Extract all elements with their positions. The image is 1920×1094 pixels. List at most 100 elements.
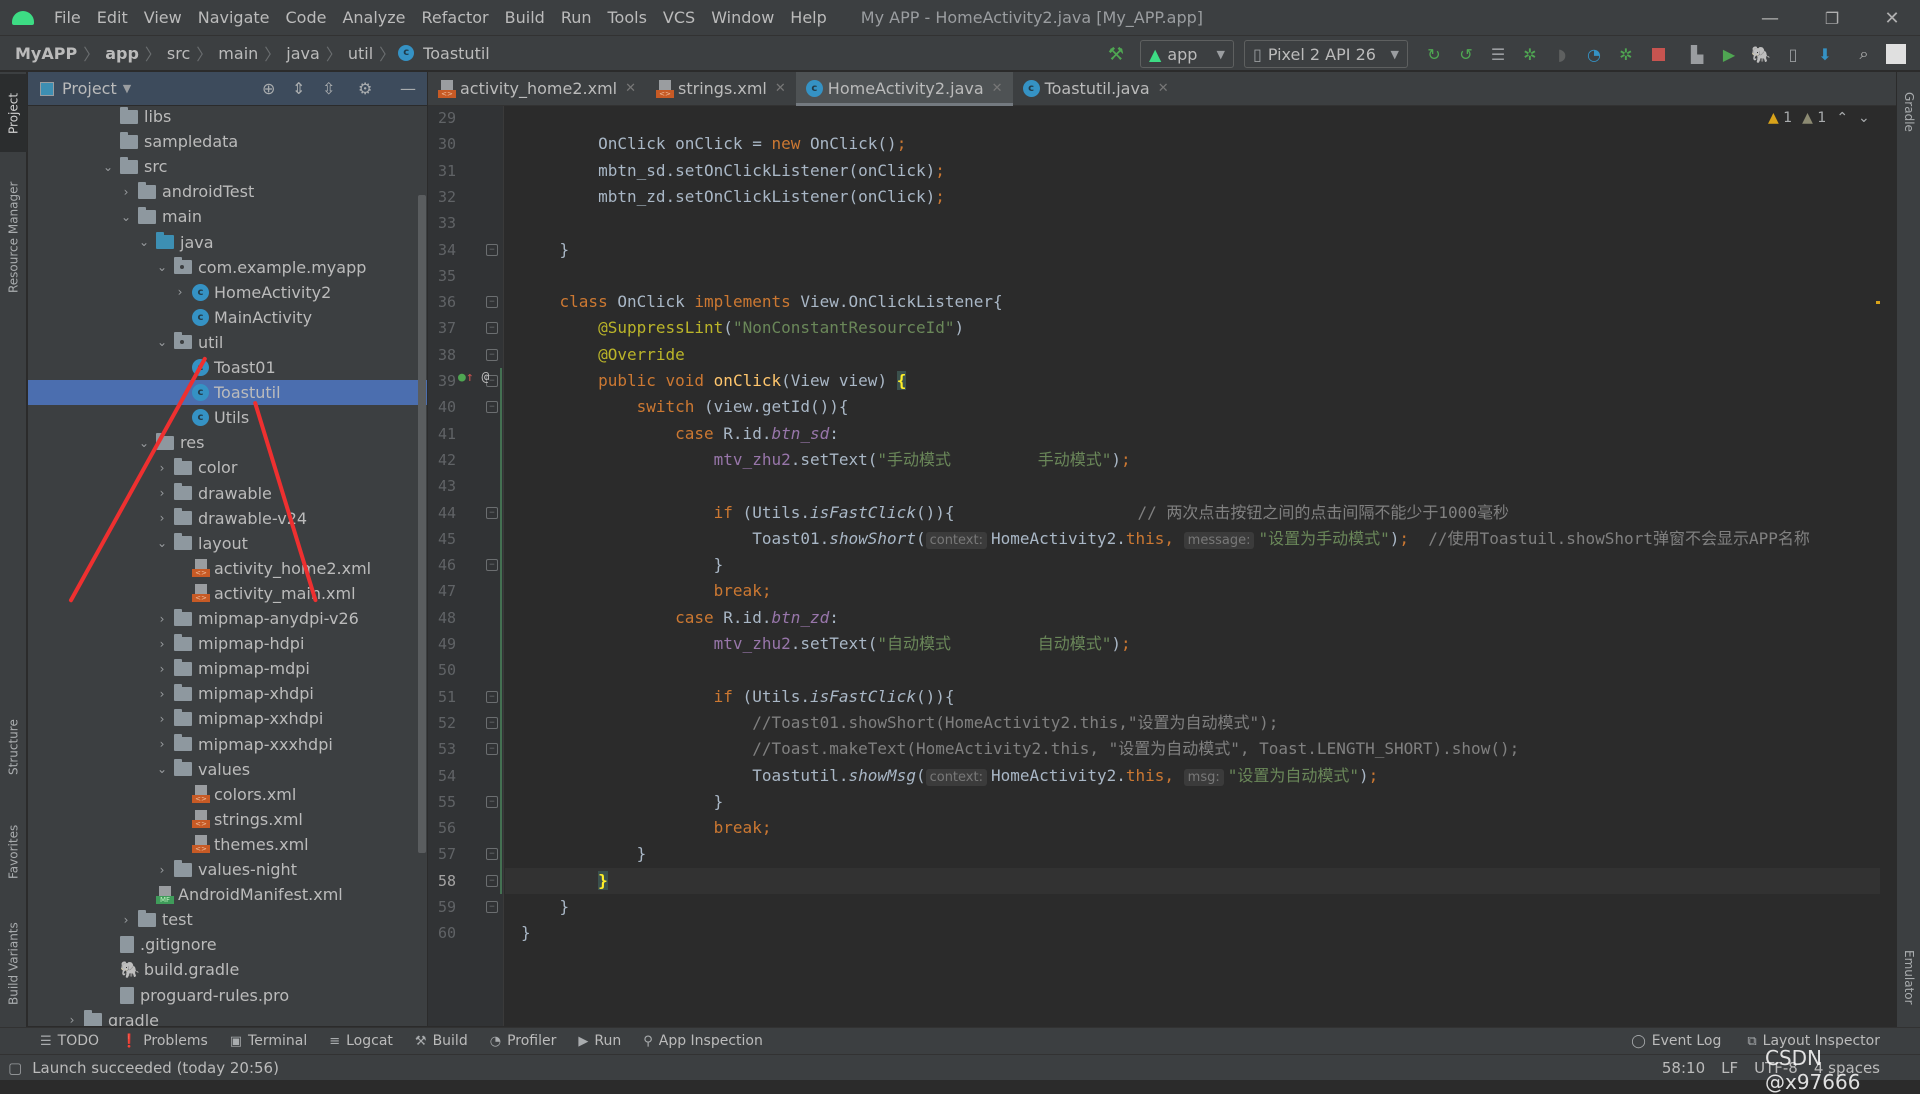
tool-window-run[interactable]: ▶ Run	[578, 1033, 621, 1049]
menu-vcs[interactable]: VCS	[663, 8, 695, 27]
fold-marker-icon[interactable]: −	[486, 743, 498, 756]
menu-run[interactable]: Run	[561, 8, 592, 27]
breadcrumb-item[interactable]: app	[102, 44, 142, 63]
run-config-selector[interactable]: ▲ app ▼	[1140, 40, 1234, 68]
editor-tab[interactable]: strings.xml ✕	[646, 72, 796, 106]
stop-icon[interactable]	[1647, 43, 1669, 65]
line-number[interactable]: 53	[432, 736, 456, 762]
chevron-right-icon[interactable]: ›	[172, 285, 188, 299]
inspection-widget[interactable]: ▲ 1 ▲ 1 ⌃ ⌄	[1768, 110, 1870, 126]
menu-window[interactable]: Window	[711, 8, 774, 27]
line-number[interactable]: 31	[432, 158, 456, 184]
close-button[interactable]: ✕	[1862, 0, 1920, 36]
menu-refactor[interactable]: Refactor	[422, 8, 489, 27]
close-tab-icon[interactable]: ✕	[992, 81, 1003, 96]
implements-method-icon[interactable]: ●↑ @	[458, 370, 489, 385]
line-number[interactable]: 56	[432, 815, 456, 841]
debug-icon[interactable]: ✲	[1519, 43, 1541, 65]
chevron-down-icon[interactable]: ⌄	[136, 436, 152, 450]
fold-marker-icon[interactable]: −	[486, 506, 498, 519]
tree-item[interactable]: › color	[28, 455, 427, 480]
tree-item[interactable]: › mipmap-xxhdpi	[28, 706, 427, 731]
apply-changes-restart-icon[interactable]: ↻	[1423, 43, 1445, 65]
tree-item[interactable]: › androidTest	[28, 179, 427, 204]
breadcrumb-item[interactable]: util	[345, 44, 376, 63]
tree-item[interactable]: strings.xml	[28, 807, 427, 832]
previous-highlight-icon[interactable]: ⌃	[1836, 110, 1848, 126]
profile-icon[interactable]: ◔	[1583, 43, 1605, 65]
tool-window-build[interactable]: ⚒ Build	[415, 1033, 468, 1049]
fold-marker-icon[interactable]: −	[486, 901, 498, 913]
fold-marker-icon[interactable]: −	[486, 401, 498, 414]
close-tab-icon[interactable]: ✕	[775, 81, 786, 96]
breadcrumb-item[interactable]: java	[283, 44, 323, 63]
tool-tab-project[interactable]: Project	[0, 74, 27, 152]
tree-item[interactable]: › mipmap-xhdpi	[28, 681, 427, 706]
line-number[interactable]: 59	[432, 894, 456, 920]
tool-window-event-log[interactable]: ◯ Event Log	[1631, 1033, 1721, 1049]
tool-window-app-inspection[interactable]: ⚲ App Inspection	[643, 1033, 763, 1049]
fold-marker-icon[interactable]: −	[486, 874, 498, 887]
tree-item[interactable]: proguard-rules.pro	[28, 983, 427, 1008]
tree-item[interactable]: .gitignore	[28, 932, 427, 957]
tree-item[interactable]: AndroidManifest.xml	[28, 882, 427, 907]
menu-edit[interactable]: Edit	[97, 8, 128, 27]
tree-item[interactable]: › mipmap-xxxhdpi	[28, 732, 427, 757]
line-number[interactable]: 34	[432, 237, 456, 263]
tool-tab-gradle[interactable]: Gradle	[1897, 72, 1920, 152]
gradle-sync-icon[interactable]: 🐘	[1750, 43, 1772, 65]
fold-marker-icon[interactable]: −	[486, 243, 498, 256]
vcs-change-marker[interactable]	[500, 368, 502, 894]
gear-icon[interactable]: ⚙	[358, 79, 372, 98]
tree-item[interactable]: › mipmap-hdpi	[28, 631, 427, 656]
chevron-down-icon[interactable]: ⌄	[154, 536, 170, 550]
tree-item[interactable]: libs	[28, 106, 427, 129]
tool-window-logcat[interactable]: ≡ Logcat	[329, 1033, 393, 1049]
device-manager-icon[interactable]: ▯	[1782, 43, 1804, 65]
tree-item[interactable]: c Toastutil	[28, 380, 427, 406]
menu-file[interactable]: File	[54, 8, 81, 27]
fold-marker-icon[interactable]: −	[486, 795, 498, 808]
line-number[interactable]: 41	[432, 421, 456, 447]
tree-item[interactable]: sampledata	[28, 129, 427, 154]
chevron-down-icon[interactable]: ⌄	[154, 335, 170, 349]
line-number[interactable]: 48	[432, 605, 456, 631]
fold-marker-icon[interactable]: −	[486, 322, 498, 335]
line-number[interactable]: 51	[432, 684, 456, 710]
tree-item[interactable]: › test	[28, 907, 427, 932]
line-number[interactable]: 44	[432, 500, 456, 526]
device-selector[interactable]: ▯ Pixel 2 API 26 ▼	[1244, 40, 1408, 68]
account-icon[interactable]	[1885, 43, 1907, 65]
chevron-down-icon[interactable]: ▼	[123, 82, 131, 95]
chevron-right-icon[interactable]: ›	[154, 737, 170, 751]
fold-marker-icon[interactable]: −	[486, 296, 498, 309]
tree-item[interactable]: ⌄ java	[28, 230, 427, 255]
menu-tools[interactable]: Tools	[608, 8, 647, 27]
sdk-manager-icon[interactable]: ⬇	[1814, 43, 1836, 65]
chevron-right-icon[interactable]: ›	[154, 863, 170, 877]
tool-tab-structure[interactable]: Structure	[0, 692, 27, 802]
line-separator[interactable]: LF	[1721, 1059, 1738, 1077]
apply-code-changes-icon[interactable]: ↺	[1455, 43, 1477, 65]
locate-file-icon[interactable]: ⊕	[262, 79, 275, 98]
chevron-down-icon[interactable]: ⌄	[154, 260, 170, 274]
tool-window-todo[interactable]: ☰ TODO	[40, 1033, 99, 1049]
line-number[interactable]: 55	[432, 789, 456, 815]
tree-item[interactable]: themes.xml	[28, 832, 427, 857]
code-editor[interactable]: 29 30 31 32 33 34 − 35 36 − 37 − 38 − 39 − ●↑ @40 − 41 42 43…	[428, 106, 1880, 1026]
restore-button[interactable]: ❐	[1802, 0, 1862, 36]
breadcrumb-item[interactable]: src	[164, 44, 193, 63]
chevron-down-icon[interactable]: ⌄	[136, 235, 152, 249]
breadcrumb-item[interactable]: main	[215, 44, 261, 63]
menu-build[interactable]: Build	[505, 8, 545, 27]
sync-icon[interactable]: ☰	[1487, 43, 1509, 65]
tool-tab-build-variants[interactable]: Build Variants	[0, 904, 27, 1024]
tree-item[interactable]: › drawable-v24	[28, 506, 427, 531]
tree-item[interactable]: colors.xml	[28, 782, 427, 807]
hammer-icon[interactable]: ⚒	[1105, 43, 1127, 65]
line-number[interactable]: 35	[432, 263, 456, 289]
tree-item[interactable]: › mipmap-mdpi	[28, 656, 427, 681]
line-number[interactable]: 32	[432, 184, 456, 210]
fold-marker-icon[interactable]: −	[486, 348, 498, 361]
tree-item[interactable]: ⌄ util	[28, 330, 427, 355]
